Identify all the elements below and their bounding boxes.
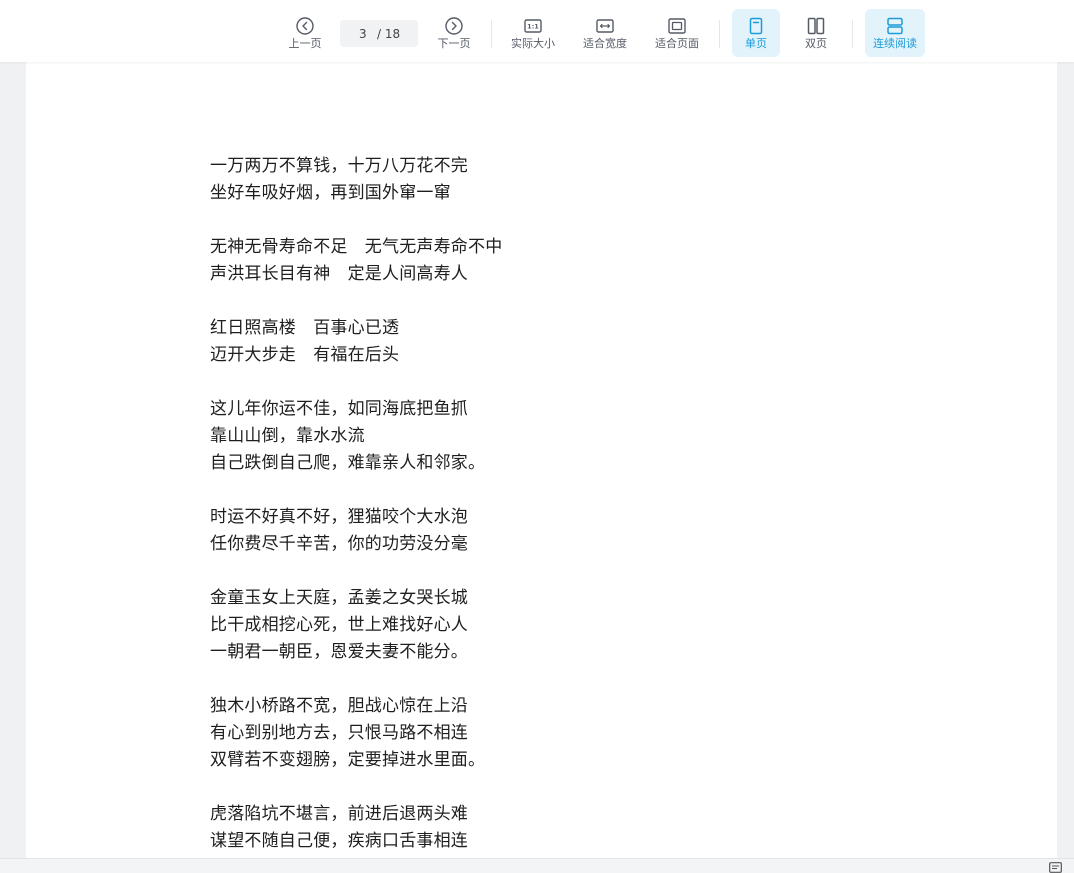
text-line: 自己跌倒自己爬，难靠亲人和邻家。: [210, 453, 486, 473]
text-line: 有心到别地方去，只恨马路不相连: [210, 723, 468, 743]
text-line: 时运不好真不好，狸猫咬个大水泡: [210, 507, 468, 527]
fit-width-label: 适合宽度: [583, 37, 627, 50]
actual-size-label: 实际大小: [511, 37, 555, 50]
prev-page-label: 上一页: [288, 37, 322, 50]
text-line: 双臂若不变翅膀，定要掉进水里面。: [210, 750, 486, 770]
continuous-reading-button[interactable]: 连续阅读: [865, 9, 925, 57]
text-line: 任你费尽千辛苦，你的功劳没分毫: [210, 534, 468, 554]
text-line: 声洪耳长目有神 定是人间高寿人: [210, 264, 468, 284]
text-line: 谋望不随自己便，疾病口舌事相连: [210, 831, 468, 851]
text-line: 一万两万不算钱，十万八万花不完: [210, 156, 468, 176]
status-bar: [0, 858, 1074, 873]
single-page-label: 单页: [745, 37, 767, 50]
text-line: 无神无骨寿命不足 无气无声寿命不中: [210, 237, 503, 257]
continuous-reading-label: 连续阅读: [873, 37, 917, 50]
text-line: 迈开大步走 有福在后头: [210, 345, 400, 365]
toolbar-divider: [852, 20, 853, 48]
svg-text:1:1: 1:1: [527, 23, 539, 31]
single-page-button[interactable]: 单页: [732, 9, 780, 57]
double-page-button[interactable]: 双页: [792, 9, 840, 57]
one-to-one-icon: 1:1: [524, 19, 542, 33]
text-line: 坐好车吸好烟，再到国外窜一窜: [210, 183, 451, 203]
fit-page-button[interactable]: 适合页面: [649, 9, 705, 57]
next-page-label: 下一页: [437, 37, 471, 50]
actual-size-button[interactable]: 1:1 实际大小: [505, 9, 561, 57]
text-line: 虎落陷坑不堪言，前进后退两头难: [210, 804, 468, 824]
viewer-toolbar: 上一页 3 / 18 下一页 1:1 实际大小 适合宽度 适合页面 单页 双页 …: [0, 0, 1074, 62]
next-page-button[interactable]: 下一页: [431, 9, 477, 57]
current-page-input[interactable]: 3: [359, 27, 373, 41]
document-text: 一万两万不算钱，十万八万花不完 坐好车吸好烟，再到国外窜一窜无神无骨寿命不足 无气…: [210, 153, 502, 855]
toolbar-divider: [491, 20, 492, 48]
fit-width-icon: [596, 19, 614, 33]
fit-width-button[interactable]: 适合宽度: [577, 9, 633, 57]
text-line: 一朝君一朝臣，恩爱夫妻不能分。: [210, 642, 468, 662]
document-page: 一万两万不算钱，十万八万花不完 坐好车吸好烟，再到国外窜一窜无神无骨寿命不足 无气…: [26, 62, 1057, 858]
text-line: 红日照高楼 百事心已透: [210, 318, 400, 338]
prev-page-button[interactable]: 上一页: [282, 9, 328, 57]
continuous-scroll-icon: [887, 17, 903, 35]
page-number-field[interactable]: 3 / 18: [340, 20, 418, 47]
double-page-label: 双页: [805, 37, 827, 50]
note-icon[interactable]: [1049, 862, 1062, 873]
text-line: 金童玉女上天庭，孟姜之女哭长城: [210, 588, 468, 608]
text-line: 独木小桥路不宽，胆战心惊在上沿: [210, 696, 468, 716]
fit-page-icon: [668, 18, 686, 34]
text-line: 靠山山倒，靠水水流: [210, 426, 365, 446]
chevron-left-circle-icon: [296, 17, 314, 35]
text-line: 比干成相挖心死，世上难找好心人: [210, 615, 468, 635]
total-pages-label: / 18: [377, 26, 401, 41]
toolbar-divider: [719, 20, 720, 48]
single-page-icon: [749, 17, 763, 35]
text-line: 这儿年你运不佳，如同海底把鱼抓: [210, 399, 468, 419]
chevron-right-circle-icon: [445, 17, 463, 35]
fit-page-label: 适合页面: [655, 37, 699, 50]
double-page-icon: [807, 17, 825, 35]
